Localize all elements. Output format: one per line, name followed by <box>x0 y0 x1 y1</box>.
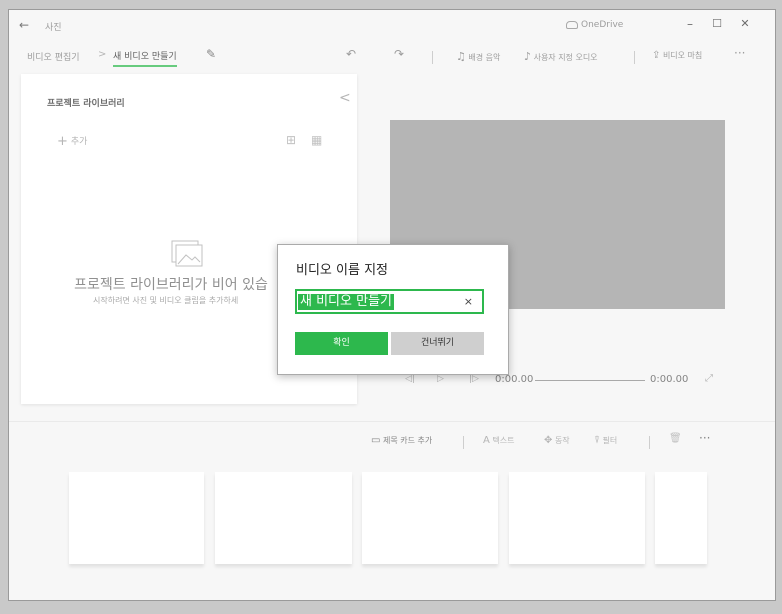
name-video-dialog: 비디오 이름 지정 새 비디오 만들기 × 확인 건너뛰기 <box>277 244 509 375</box>
clear-icon[interactable]: × <box>464 295 473 308</box>
video-name-value[interactable]: 새 비디오 만들기 <box>298 294 394 310</box>
dialog-title: 비디오 이름 지정 <box>296 263 388 278</box>
ok-button[interactable]: 확인 <box>295 332 388 355</box>
skip-button[interactable]: 건너뛰기 <box>391 332 484 355</box>
video-name-input[interactable]: 새 비디오 만들기 × <box>295 289 484 314</box>
photos-app-window: ← 사진 OneDrive – ☐ ✕ 비디오 편집기 > 새 비디오 만들기 … <box>8 9 776 601</box>
